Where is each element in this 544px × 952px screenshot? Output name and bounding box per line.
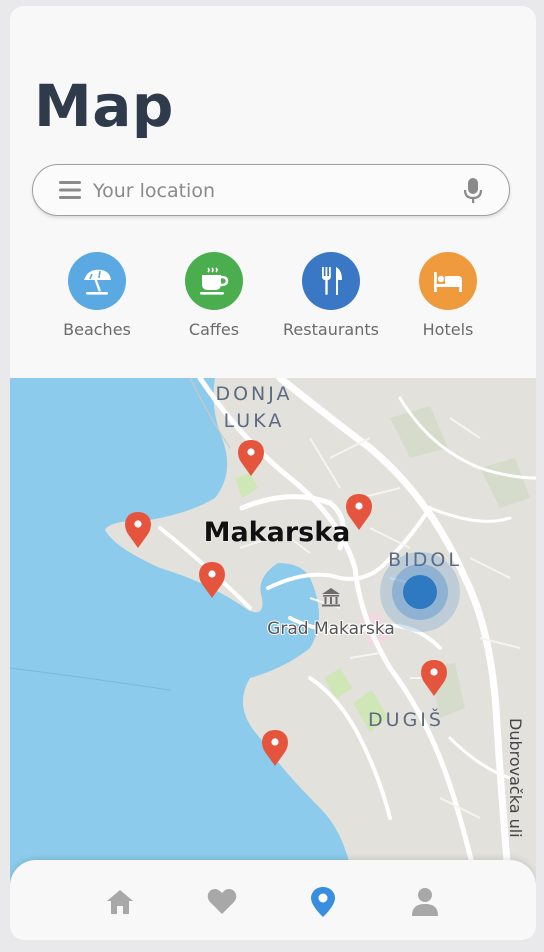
bottom-navigation (10, 860, 536, 940)
search-input[interactable] (91, 175, 455, 207)
category-beaches[interactable]: Beaches (42, 252, 152, 339)
map-label-donja: DONJA (215, 383, 292, 405)
microphone-icon[interactable] (463, 178, 483, 208)
map-label-city: Makarska (204, 517, 351, 548)
map-label-dugis: DUGIŠ (368, 707, 444, 731)
category-hotels[interactable]: Hotels (393, 252, 503, 339)
nav-favorites[interactable] (206, 886, 238, 918)
heart-icon (207, 889, 237, 914)
fork-knife-icon (302, 252, 360, 310)
page-title: Map (34, 72, 174, 140)
search-bar[interactable] (32, 164, 510, 216)
map-view[interactable]: DONJA LUKA Makarska BIDOL Grad Makarska … (10, 378, 536, 898)
nav-profile[interactable] (409, 886, 441, 918)
current-location-marker[interactable] (380, 552, 460, 632)
bed-icon (419, 252, 477, 310)
map-label-grad: Grad Makarska (267, 619, 395, 639)
category-label: Hotels (422, 320, 474, 339)
category-label: Restaurants (283, 320, 379, 339)
nav-home[interactable] (104, 886, 136, 918)
coffee-cup-icon (185, 252, 243, 310)
category-restaurants[interactable]: Restaurants (276, 252, 386, 339)
map-label-street: Dubrovačka uli (506, 718, 525, 838)
home-icon (107, 890, 133, 914)
app-screen: Map Your location Beaches Caffes Restaur… (10, 6, 536, 940)
user-icon (412, 888, 438, 916)
menu-icon[interactable] (59, 181, 81, 199)
category-label: Caffes (188, 320, 240, 339)
category-caffes[interactable]: Caffes (159, 252, 269, 339)
umbrella-beach-icon (68, 252, 126, 310)
category-row: Beaches Caffes Restaurants Hotels (10, 252, 536, 352)
nav-map[interactable] (307, 886, 339, 918)
map-label-luka: LUKA (224, 410, 285, 432)
category-label: Beaches (63, 320, 131, 339)
location-pin-icon (311, 887, 335, 917)
